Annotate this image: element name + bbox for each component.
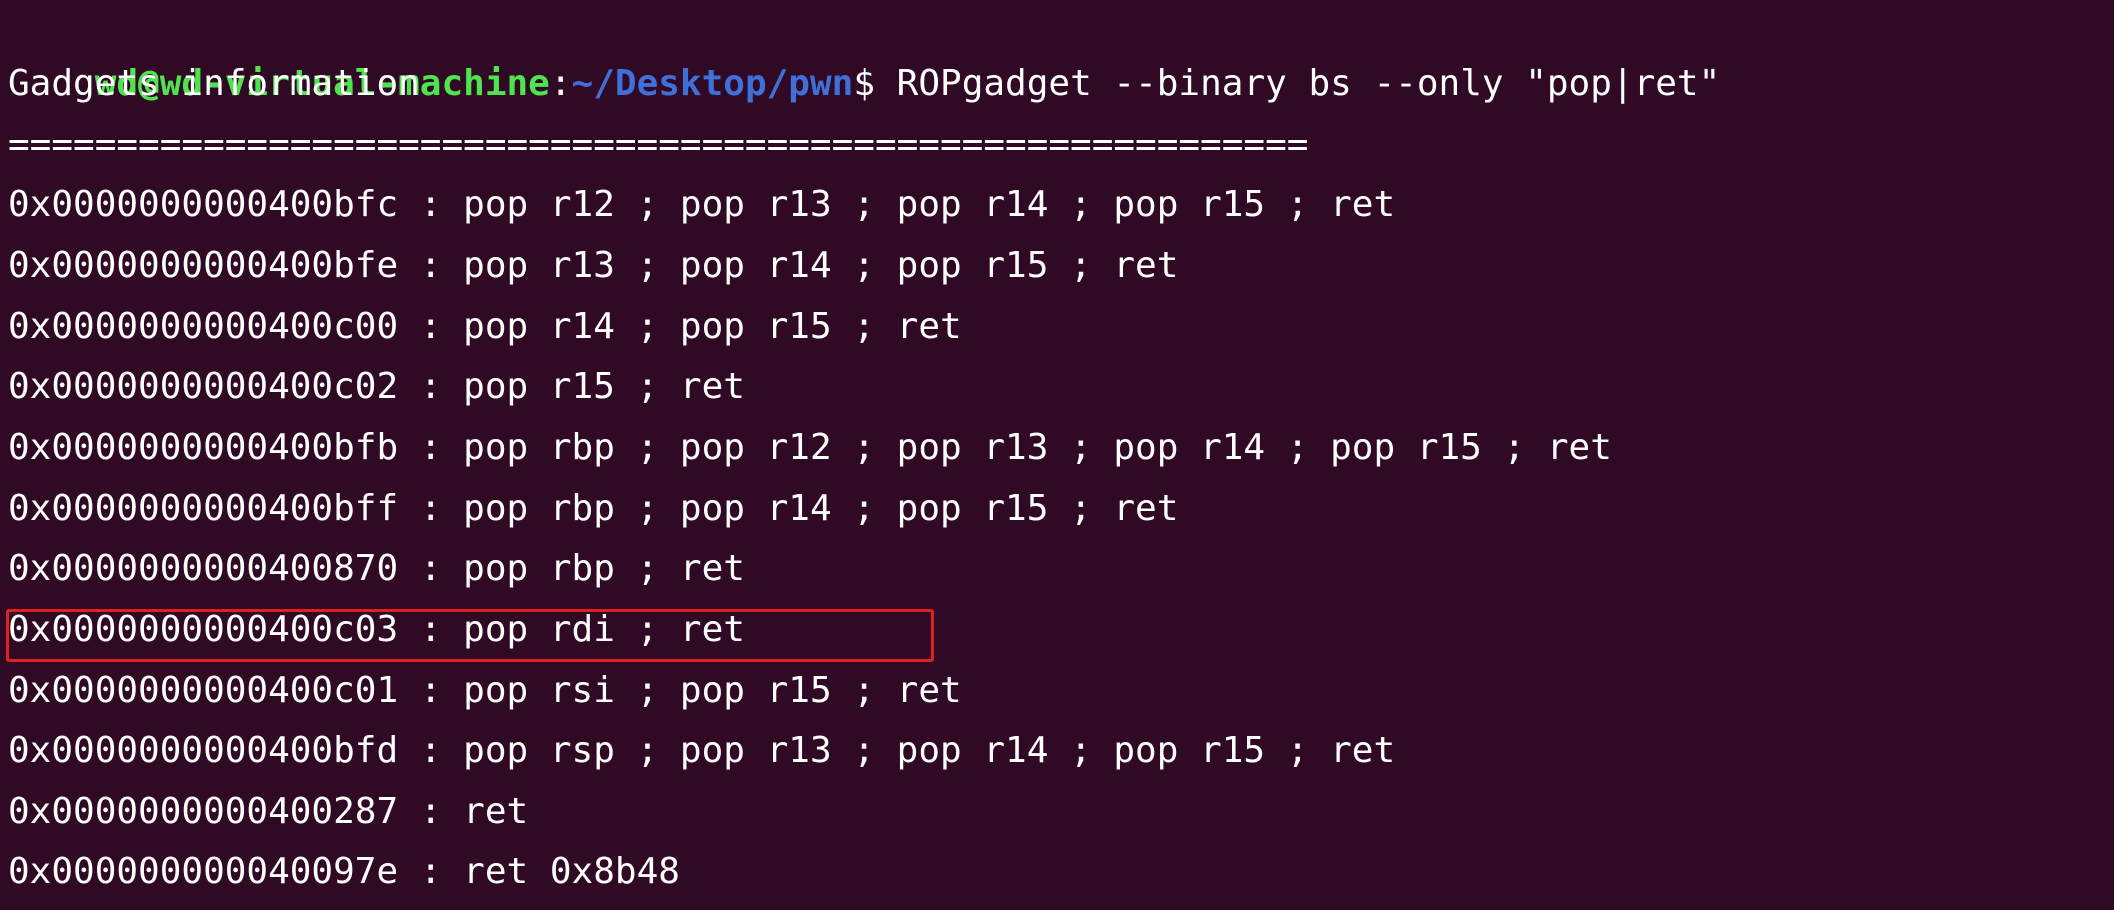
- gadget-separator: :: [398, 548, 464, 589]
- gadget-address: 0x0000000000400bfb: [8, 427, 399, 468]
- gadget-instructions: pop rbp ; pop r14 ; pop r15 ; ret: [463, 488, 1179, 529]
- gadget-instructions: ret: [463, 791, 529, 832]
- gadget-address: 0x0000000000400c00: [8, 306, 399, 347]
- gadget-separator: :: [398, 791, 464, 832]
- gadget-address: 0x0000000000400bfc: [8, 184, 399, 225]
- gadget-address: 0x0000000000400c02: [8, 366, 399, 407]
- gadget-row: 0x0000000000400870 : pop rbp ; ret: [8, 539, 745, 599]
- gadget-instructions: pop rsp ; pop r13 ; pop r14 ; pop r15 ; …: [463, 730, 1396, 771]
- gadget-address: 0x0000000000400c03: [8, 609, 399, 650]
- gadget-separator: :: [398, 670, 464, 711]
- gadget-instructions: pop r13 ; pop r14 ; pop r15 ; ret: [463, 245, 1179, 286]
- gadget-separator: :: [398, 245, 464, 286]
- prompt-path: ~/Desktop/pwn: [571, 63, 854, 104]
- gadget-address: 0x0000000000400bfe: [8, 245, 399, 286]
- gadget-separator: :: [398, 306, 464, 347]
- gadget-separator: :: [398, 609, 464, 650]
- gadget-separator: :: [398, 427, 464, 468]
- gadget-address: 0x0000000000400bfd: [8, 730, 399, 771]
- gadget-address: 0x0000000000400287: [8, 791, 399, 832]
- gadget-address: 0x0000000000400bff: [8, 488, 399, 529]
- gadget-instructions: pop rbp ; ret: [463, 548, 745, 589]
- gadget-separator: :: [398, 851, 464, 892]
- gadget-instructions: pop rsi ; pop r15 ; ret: [463, 670, 962, 711]
- gadget-row: 0x000000000040097e : ret 0x8b48: [8, 842, 680, 902]
- gadget-instructions: pop r15 ; ret: [463, 366, 745, 407]
- output-divider: ========================================…: [8, 124, 1309, 165]
- gadget-row: 0x0000000000400bff : pop rbp ; pop r14 ;…: [8, 479, 1178, 539]
- gadget-instructions: pop r12 ; pop r13 ; pop r14 ; pop r15 ; …: [463, 184, 1396, 225]
- gadget-address: 0x0000000000400c01: [8, 670, 399, 711]
- prompt-separator: :: [549, 63, 572, 104]
- gadget-address: 0x0000000000400870: [8, 548, 399, 589]
- gadget-separator: :: [398, 730, 464, 771]
- output-header: Gadgets information: [8, 63, 420, 104]
- gadget-separator: :: [398, 184, 464, 225]
- prompt-symbol: $: [853, 63, 897, 104]
- gadget-row: 0x0000000000400bfb : pop rbp ; pop r12 ;…: [8, 418, 1612, 478]
- gadget-instructions: pop rbp ; pop r12 ; pop r13 ; pop r14 ; …: [463, 427, 1612, 468]
- gadget-instructions: pop rdi ; ret: [463, 609, 745, 650]
- gadget-address: 0x000000000040097e: [8, 851, 399, 892]
- prompt-line: wd@wd-virtual-machine:~/Desktop/pwn$ ROP…: [8, 0, 1721, 104]
- gadget-separator: :: [398, 366, 464, 407]
- gadget-separator: :: [398, 488, 464, 529]
- terminal-window[interactable]: wd@wd-virtual-machine:~/Desktop/pwn$ ROP…: [0, 0, 2114, 910]
- gadget-row-highlighted: 0x0000000000400c03 : pop rdi ; ret: [8, 600, 745, 660]
- gadget-row: 0x0000000000400bfe : pop r13 ; pop r14 ;…: [8, 236, 1178, 296]
- gadget-instructions: pop r14 ; pop r15 ; ret: [463, 306, 962, 347]
- gadget-row: 0x0000000000400bfc : pop r12 ; pop r13 ;…: [8, 175, 1395, 235]
- gadget-row: 0x0000000000400bfd : pop rsp ; pop r13 ;…: [8, 721, 1395, 781]
- gadget-row: 0x0000000000400c01 : pop rsi ; pop r15 ;…: [8, 661, 962, 721]
- gadget-row: 0x0000000000400c02 : pop r15 ; ret: [8, 357, 745, 417]
- gadget-row: 0x0000000000400c00 : pop r14 ; pop r15 ;…: [8, 297, 962, 357]
- gadget-instructions: ret 0x8b48: [463, 851, 680, 892]
- command-text: ROPgadget --binary bs --only "pop|ret": [896, 63, 1721, 104]
- gadget-row: 0x0000000000400287 : ret: [8, 782, 528, 842]
